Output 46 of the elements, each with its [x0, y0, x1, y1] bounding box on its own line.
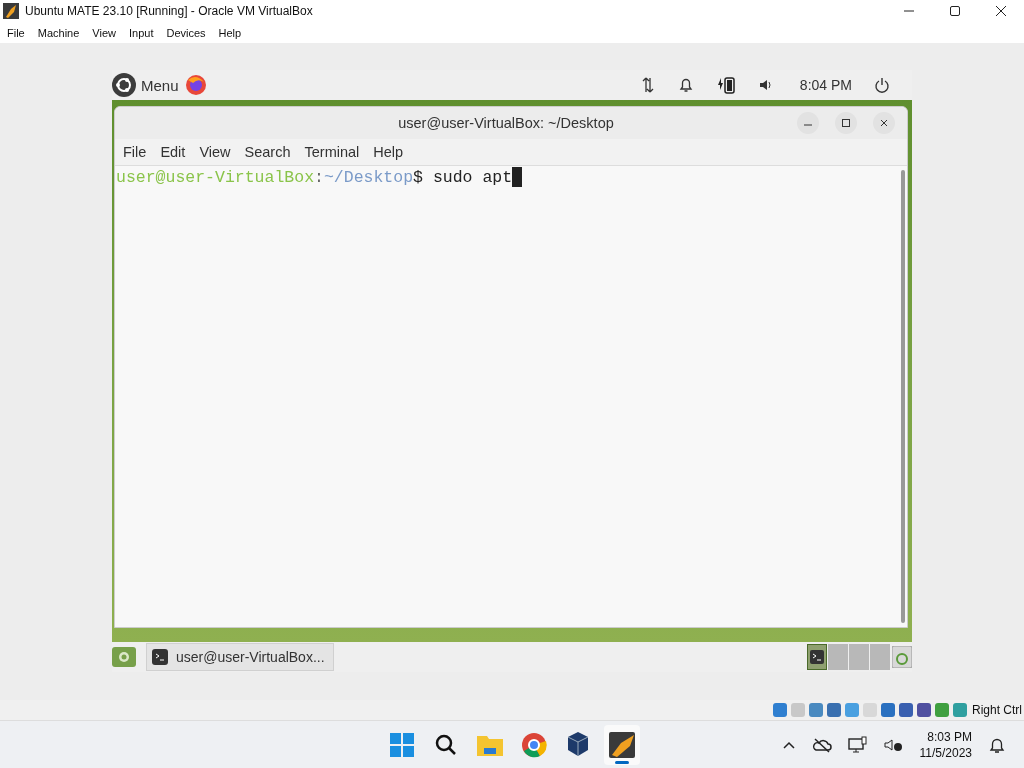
ubuntu-logo-icon[interactable] — [112, 73, 136, 97]
cloud-icon[interactable] — [811, 736, 832, 753]
menu-item[interactable]: View — [199, 144, 231, 160]
workspace-switcher-cell[interactable] — [807, 644, 827, 670]
menu-item[interactable]: Edit — [160, 144, 186, 160]
menu-item[interactable]: Machine — [37, 26, 93, 39]
clock[interactable]: 8:04 PM — [799, 77, 852, 93]
monitor-icon[interactable] — [847, 735, 868, 754]
workspace-switcher-cell[interactable] — [870, 644, 890, 670]
taskbar-time[interactable]: 8:03 PM — [927, 728, 972, 745]
minimize-icon[interactable] — [797, 112, 819, 134]
menu-item[interactable]: View — [92, 26, 129, 39]
battery-icon[interactable] — [715, 75, 736, 95]
terminal-line: user@user-VirtualBox:~/Desktop$ sudo apt — [115, 167, 513, 187]
host-key-label: Right Ctrl — [972, 703, 1022, 717]
power-icon[interactable] — [874, 77, 890, 93]
menu-item[interactable]: File — [7, 26, 38, 39]
close-icon[interactable] — [873, 112, 895, 134]
browser-icon[interactable] — [184, 74, 207, 96]
chevron-up-icon[interactable] — [781, 739, 796, 750]
window-title: user@user-VirtualBox: ~/Desktop — [397, 115, 614, 131]
menu-item[interactable]: Terminal — [304, 144, 360, 160]
menu-item[interactable]: Input — [128, 26, 167, 39]
terminal-icon — [152, 649, 168, 665]
terminal-icon — [810, 650, 824, 664]
trash-icon[interactable] — [892, 646, 912, 668]
menu-button[interactable]: Menu — [141, 76, 179, 94]
app-icon — [3, 3, 19, 19]
taskbar-date[interactable]: 11/5/2023 — [919, 744, 972, 761]
text-cursor — [512, 167, 523, 187]
window-title: Ubuntu MATE 23.10 [Running] - Oracle VM VirtualBox — [25, 4, 313, 18]
bell-icon[interactable] — [677, 76, 694, 94]
menu-item[interactable]: Devices — [166, 26, 219, 39]
maximize-icon[interactable] — [835, 112, 857, 134]
workspace-switcher-cell[interactable] — [849, 644, 869, 670]
taskbar-button[interactable]: user@user-VirtualBox... — [146, 643, 334, 671]
taskbar-app[interactable] — [604, 725, 640, 765]
menu-item[interactable]: Help — [373, 144, 404, 160]
menu-item[interactable]: Search — [244, 144, 291, 160]
speaker-muted-icon[interactable] — [883, 736, 904, 753]
workspace-switcher-cell[interactable] — [828, 644, 848, 670]
scrollbar[interactable] — [901, 170, 905, 623]
taskbar-button-label: user@user-VirtualBox... — [176, 649, 325, 665]
menu-item[interactable]: File — [123, 144, 147, 160]
menu-item[interactable]: Help — [218, 26, 255, 39]
speaker-icon[interactable] — [757, 77, 774, 93]
